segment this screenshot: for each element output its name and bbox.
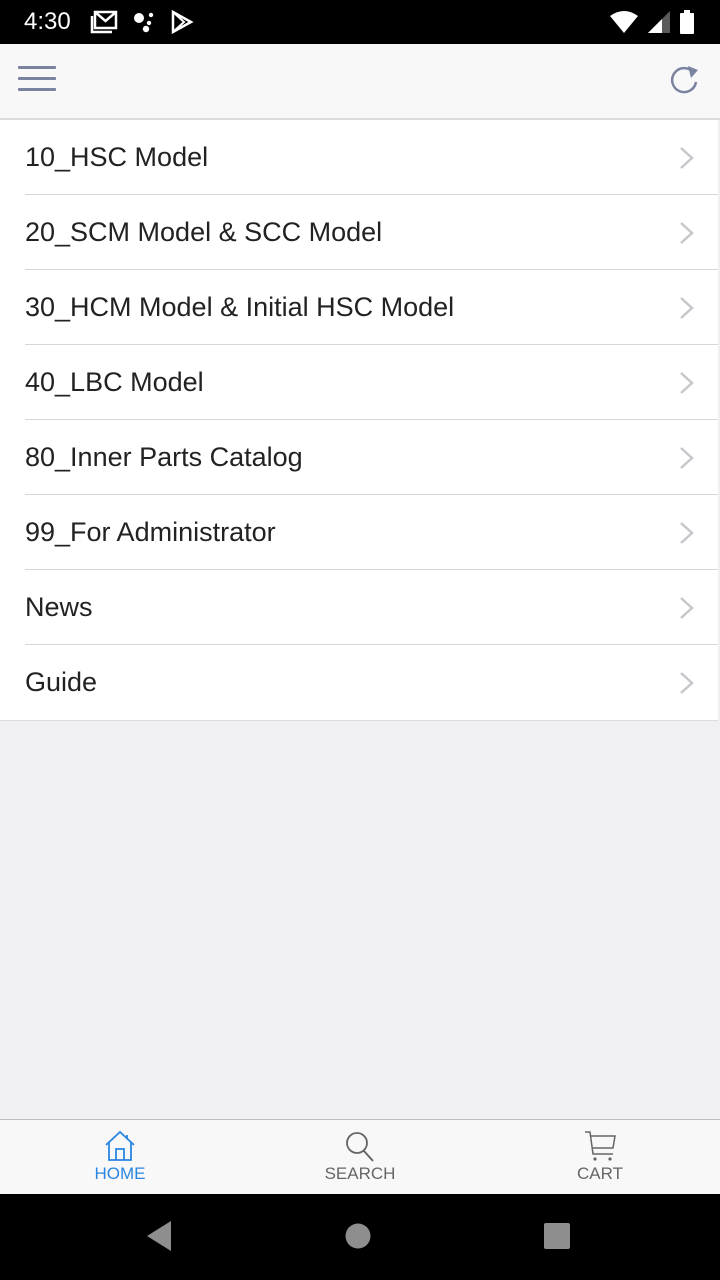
tab-cart[interactable]: CART (480, 1120, 720, 1194)
system-status-icons (610, 10, 694, 34)
chevron-right-icon (680, 371, 694, 394)
bottom-tab-bar: HOME SEARCH CART (0, 1119, 720, 1194)
list-item-label: News (25, 592, 93, 622)
back-icon[interactable] (146, 1220, 172, 1252)
chevron-right-icon (680, 296, 694, 319)
chevron-right-icon (680, 521, 694, 544)
list-item-label: Guide (25, 667, 98, 697)
status-time: 4:30 (24, 8, 71, 35)
list-item-label: 40_LBC Model (25, 367, 204, 397)
list-item-guide[interactable]: Guide (0, 645, 718, 720)
chevron-right-icon (680, 146, 694, 169)
chevron-right-icon (680, 671, 694, 694)
list-item-99-for-administrator[interactable]: 99_For Administrator (0, 495, 718, 570)
gmail-icon (90, 10, 118, 34)
chevron-right-icon (680, 221, 694, 244)
refresh-icon[interactable] (666, 62, 702, 98)
tab-cart-label: CART (577, 1164, 623, 1183)
tab-search-label: SEARCH (324, 1164, 396, 1183)
play-store-icon (171, 10, 194, 34)
tab-home-label: HOME (94, 1164, 146, 1183)
battery-icon (680, 10, 694, 34)
list-item-10-hsc-model[interactable]: 10_HSC Model (0, 120, 718, 195)
tab-search[interactable]: SEARCH (240, 1120, 480, 1194)
home-circle-icon[interactable] (345, 1223, 371, 1249)
cart-icon (585, 1131, 616, 1161)
cell-signal-icon (648, 11, 670, 33)
assistant-dots-icon (134, 12, 154, 33)
list-item-30-hcm-initial-hsc-model[interactable]: 30_HCM Model & Initial HSC Model (0, 270, 718, 345)
wifi-icon (610, 11, 638, 33)
home-icon (105, 1130, 135, 1161)
list-item-label: 10_HSC Model (25, 142, 209, 172)
tab-home[interactable]: HOME (0, 1120, 240, 1194)
list-item-80-inner-parts-catalog[interactable]: 80_Inner Parts Catalog (0, 420, 718, 495)
list-item-label: 30_HCM Model & Initial HSC Model (25, 292, 455, 322)
system-navigation-bar (0, 1194, 720, 1280)
chevron-right-icon (680, 596, 694, 619)
list-item-20-scm-scc-model[interactable]: 20_SCM Model & SCC Model (0, 195, 718, 270)
list-item-label: 20_SCM Model & SCC Model (25, 217, 383, 247)
status-bar: 4:30 (0, 0, 720, 44)
recents-square-icon[interactable] (543, 1222, 571, 1250)
list-item-40-lbc-model[interactable]: 40_LBC Model (0, 345, 718, 420)
chevron-right-icon (680, 446, 694, 469)
app-bar (0, 44, 720, 120)
notification-icons (90, 10, 194, 34)
list-item-label: 99_For Administrator (25, 517, 276, 547)
hamburger-menu-icon[interactable] (18, 66, 56, 98)
search-icon (346, 1132, 374, 1162)
list-item-news[interactable]: News (0, 570, 718, 645)
list-item-label: 80_Inner Parts Catalog (25, 442, 303, 472)
catalog-menu-list: 10_HSC Model 20_SCM Model & SCC Model 30… (0, 120, 718, 721)
